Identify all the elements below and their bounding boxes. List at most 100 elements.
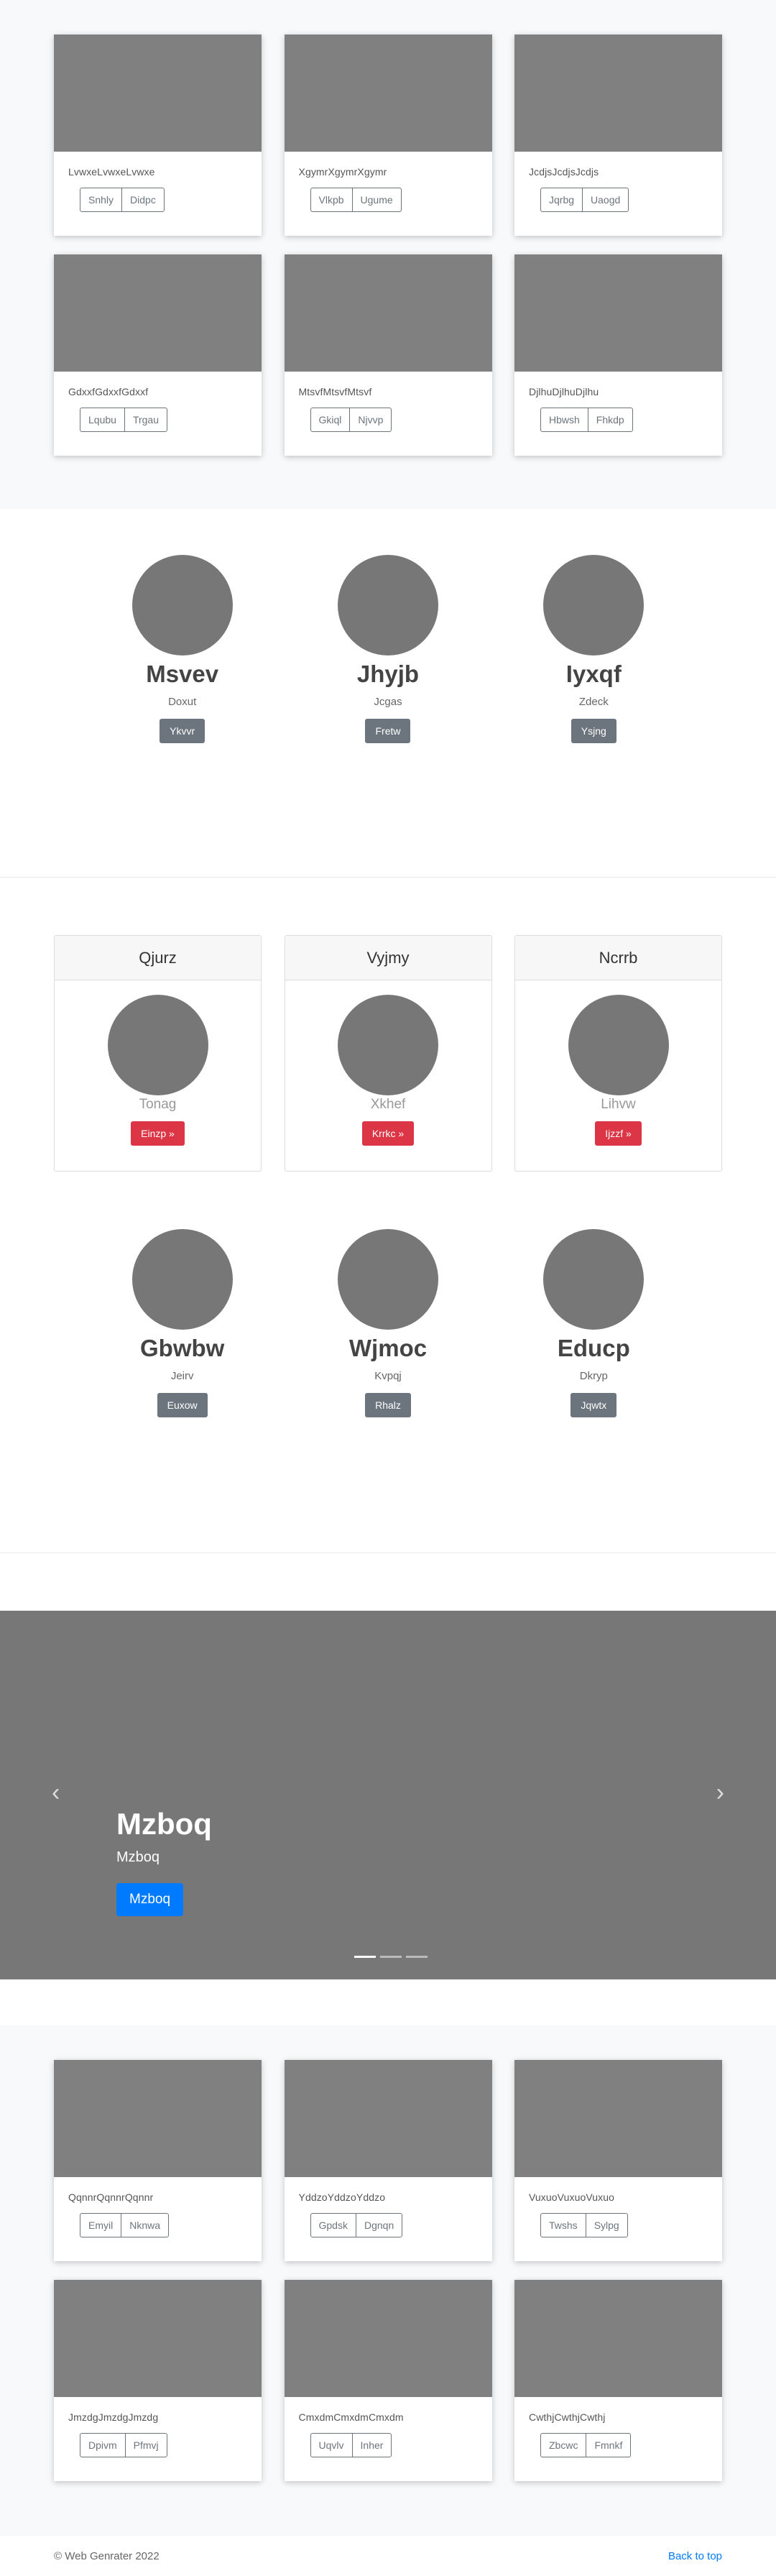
card-button-group: Snhly Didpc (80, 188, 247, 212)
profile-button[interactable]: Ysjng (571, 719, 616, 743)
profile-item: Iyxqf Zdeck Ysjng (491, 555, 696, 743)
card-text: JmzdgJmzdgJmzdg (68, 2411, 159, 2423)
card-button-group: Lqubu Trgau (80, 408, 247, 432)
panel-card: Ncrrb Lihvw Ijzzf » (514, 935, 722, 1172)
panel-subtitle: Tonag (139, 1097, 177, 1112)
profile-name: Jhyjb (356, 661, 420, 687)
panel-header: Ncrrb (515, 936, 721, 980)
card-text: JcdjsJcdjsJcdjs (529, 166, 599, 178)
card-button[interactable]: Sylpg (585, 2213, 628, 2237)
card-button[interactable]: Zbcwc (540, 2433, 587, 2457)
card-button-group: Emyil Nknwa (80, 2213, 247, 2237)
card-thumbnail (54, 2280, 262, 2397)
card-button[interactable]: Nknwa (121, 2213, 170, 2237)
card-button[interactable]: Didpc (121, 188, 165, 212)
card-button[interactable]: Dgnqn (355, 2213, 403, 2237)
card-row: GdxxfGdxxfGdxxf Lqubu Trgau MtsvfMtsvfMt… (54, 254, 722, 456)
profile-button[interactable]: Ykvvr (160, 719, 205, 743)
carousel-next-icon[interactable]: › (716, 1780, 724, 1805)
carousel-prev-icon[interactable]: ‹ (52, 1780, 60, 1805)
card-thumbnail (54, 2060, 262, 2177)
panel-button[interactable]: Einzp » (131, 1121, 185, 1146)
card-thumbnail (284, 2280, 492, 2397)
profile-name: Wjmoc (348, 1335, 428, 1361)
profile-button[interactable]: Fretw (365, 719, 411, 743)
album-card: CmxdmCmxdmCmxdm Uqvlv Inher (284, 2280, 492, 2481)
profile-item: Jhyjb Jcgas Fretw (285, 555, 491, 743)
card-button[interactable]: Gpdsk (310, 2213, 356, 2237)
card-button[interactable]: Fhkdp (587, 408, 633, 432)
profile-button[interactable]: Euxow (157, 1393, 208, 1417)
card-button-group: Zbcwc Fmnkf (540, 2433, 708, 2457)
card-button[interactable]: Jqrbg (540, 188, 583, 212)
card-button[interactable]: Fmnkf (586, 2433, 632, 2457)
album-card: DjlhuDjlhuDjlhu Hbwsh Fhkdp (514, 254, 722, 456)
profile-name: Educp (557, 1335, 630, 1361)
card-button[interactable]: Uqvlv (310, 2433, 353, 2457)
card-button[interactable]: Gkiql (310, 408, 351, 432)
card-thumbnail (284, 254, 492, 372)
panel-header: Vyjmy (285, 936, 491, 980)
carousel-button[interactable]: Mzboq (116, 1883, 184, 1916)
card-button[interactable]: Vlkpb (310, 188, 353, 212)
card-button-group: Uqvlv Inher (310, 2433, 478, 2457)
profile-subtitle: Kvpqj (374, 1370, 402, 1382)
card-button[interactable]: Trgau (124, 408, 167, 432)
card-button[interactable]: Njvvp (349, 408, 392, 432)
album-card: MtsvfMtsvfMtsvf Gkiql Njvvp (284, 254, 492, 456)
card-button[interactable]: Snhly (80, 188, 123, 212)
panel-header: Qjurz (55, 936, 261, 980)
card-button-group: Hbwsh Fhkdp (540, 408, 708, 432)
card-button[interactable]: Ugume (351, 188, 402, 212)
card-text: CmxdmCmxdmCmxdm (298, 2411, 404, 2423)
album-card: XgymrXgymrXgymr Vlkpb Ugume (284, 34, 492, 236)
card-button[interactable]: Uaogd (582, 188, 629, 212)
card-text: CwthjCwthjCwthj (529, 2411, 606, 2423)
carousel-caption: Mzboq Mzboq Mzboq (116, 1806, 212, 1916)
carousel-subtitle: Mzboq (116, 1849, 160, 1865)
card-text: QqnnrQqnnrQqnnr (68, 2191, 154, 2203)
card-button[interactable]: Twshs (540, 2213, 586, 2237)
panel-button[interactable]: Krrkc » (361, 1121, 415, 1146)
carousel-indicator[interactable] (354, 1956, 376, 1958)
card-button-group: Dpivm Pfmvj (80, 2433, 247, 2457)
card-button[interactable]: Inher (351, 2433, 392, 2457)
card-text: MtsvfMtsvfMtsvf (298, 386, 372, 397)
card-button[interactable]: Emyil (80, 2213, 122, 2237)
profile-button[interactable]: Jqwtx (571, 1393, 617, 1417)
avatar (338, 995, 438, 1095)
profile-button[interactable]: Rhalz (365, 1393, 411, 1417)
carousel-indicator[interactable] (406, 1956, 428, 1958)
card-text: GdxxfGdxxfGdxxf (68, 386, 149, 397)
card-button[interactable]: Dpivm (80, 2433, 126, 2457)
carousel-title: Mzboq (116, 1807, 212, 1841)
card-thumbnail (514, 34, 722, 152)
card-button-group: Jqrbg Uaogd (540, 188, 708, 212)
panel-button[interactable]: Ijzzf » (595, 1121, 642, 1146)
back-to-top-link[interactable]: Back to top (668, 2550, 722, 2562)
card-thumbnail (514, 254, 722, 372)
card-button[interactable]: Lqubu (80, 408, 125, 432)
profile-item: Wjmoc Kvpqj Rhalz (285, 1229, 491, 1417)
card-text: DjlhuDjlhuDjlhu (529, 386, 599, 397)
album-card: LvwxeLvwxeLvwxe Snhly Didpc (54, 34, 262, 236)
profile-item: Educp Dkryp Jqwtx (491, 1229, 696, 1417)
card-text: XgymrXgymrXgymr (298, 166, 387, 178)
card-button[interactable]: Hbwsh (540, 408, 588, 432)
card-thumbnail (284, 2060, 492, 2177)
card-text: VuxuoVuxuoVuxuo (529, 2191, 615, 2203)
spacer (0, 1979, 776, 2025)
profile-subtitle: Jcgas (374, 696, 402, 708)
card-button-group: Vlkpb Ugume (310, 188, 478, 212)
profile-name: Msvev (146, 661, 219, 687)
panel-card: Qjurz Tonag Einzp » (54, 935, 262, 1172)
card-thumbnail (514, 2060, 722, 2177)
card-button[interactable]: Pfmvj (124, 2433, 167, 2457)
carousel-indicator[interactable] (380, 1956, 402, 1958)
profile-subtitle: Dkryp (579, 1370, 608, 1382)
card-button-group: Gpdsk Dgnqn (310, 2213, 478, 2237)
carousel: ‹ › Mzboq Mzboq Mzboq (0, 1611, 776, 1979)
avatar (107, 995, 208, 1095)
card-row: QqnnrQqnnrQqnnr Emyil Nknwa YddzoYddzoYd… (54, 2060, 722, 2261)
